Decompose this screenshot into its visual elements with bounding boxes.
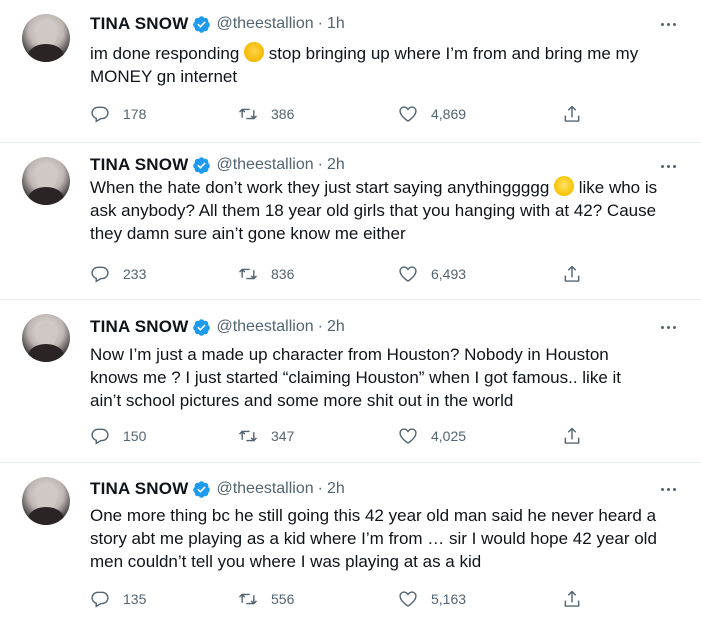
reply-count: 178 (123, 106, 147, 122)
timestamp[interactable]: 2h (327, 480, 345, 498)
reply-icon (91, 428, 109, 445)
tweet-actions: 233 836 6,493 (90, 262, 595, 286)
timestamp[interactable]: 2h (327, 318, 345, 336)
like-count: 4,025 (431, 428, 467, 444)
tweet[interactable]: TINA SNOW @theestallion · 2h When the ha… (0, 143, 701, 300)
yawn-emoji (244, 42, 265, 62)
tweet-text: One more thing bc he still going this 42… (90, 504, 680, 573)
like-heart-icon (399, 428, 417, 444)
more-options-icon[interactable] (657, 481, 679, 497)
tweet-text: im done responding stop bringing up wher… (90, 42, 680, 88)
tweet[interactable]: TINA SNOW @theestallion · 2h Now I’m jus… (0, 300, 701, 463)
retweet-icon (238, 430, 258, 442)
like-button[interactable]: 4,025 (398, 424, 466, 448)
like-heart-icon (399, 266, 417, 282)
tweet-text: Now I’m just a made up character from Ho… (90, 343, 680, 412)
more-options-icon[interactable] (657, 319, 679, 335)
handle[interactable]: @theestallion (216, 15, 313, 33)
tweet-header: TINA SNOW @theestallion · 2h (90, 477, 345, 501)
share-icon (564, 105, 580, 122)
handle[interactable]: @theestallion (216, 156, 313, 174)
share-button[interactable] (562, 587, 582, 611)
display-name[interactable]: TINA SNOW (90, 14, 188, 34)
verified-badge-icon (193, 156, 211, 174)
share-button[interactable] (562, 102, 582, 126)
avatar[interactable] (22, 314, 70, 362)
retweet-button[interactable]: 556 (238, 587, 294, 611)
display-name[interactable]: TINA SNOW (90, 317, 188, 337)
like-button[interactable]: 5,163 (398, 587, 466, 611)
tweet-header: TINA SNOW @theestallion · 2h (90, 153, 345, 177)
retweet-button[interactable]: 347 (238, 424, 294, 448)
share-button[interactable] (562, 424, 582, 448)
tweet-text-part: Now I’m just a made up character from Ho… (90, 345, 622, 410)
avatar[interactable] (22, 14, 70, 62)
tears-of-joy-emoji (554, 176, 574, 196)
tweet-actions: 150 347 4,025 (90, 424, 595, 448)
tweet-text-part: im done responding (90, 44, 245, 63)
retweet-count: 386 (271, 106, 295, 122)
retweet-count: 347 (271, 428, 295, 444)
reply-button[interactable]: 233 (90, 262, 146, 286)
tweet-actions: 178 386 4,869 (90, 102, 595, 126)
retweet-icon (238, 268, 258, 280)
avatar[interactable] (22, 477, 70, 525)
separator: · (317, 480, 323, 497)
share-icon (564, 427, 580, 444)
tweet-header: TINA SNOW @theestallion · 1h (90, 12, 345, 36)
share-icon (564, 265, 580, 282)
timestamp[interactable]: 1h (327, 15, 345, 33)
verified-badge-icon (193, 480, 211, 498)
like-count: 6,493 (431, 266, 467, 282)
tweet-text-part: When the hate don’t work they just start… (90, 178, 554, 197)
verified-badge-icon (193, 15, 211, 33)
retweet-count: 556 (271, 591, 295, 607)
more-options-icon[interactable] (657, 16, 679, 32)
tweet-header: TINA SNOW @theestallion · 2h (90, 315, 345, 339)
like-heart-icon (399, 591, 417, 607)
like-button[interactable]: 4,869 (398, 102, 466, 126)
tweet[interactable]: TINA SNOW @theestallion · 2h One more th… (0, 463, 701, 628)
tweet-text: When the hate don’t work they just start… (90, 176, 680, 245)
reply-icon (91, 266, 109, 283)
retweet-icon (238, 108, 258, 120)
separator: · (317, 15, 323, 32)
like-count: 5,163 (431, 591, 467, 607)
timestamp[interactable]: 2h (327, 156, 345, 174)
tweet-text-part: One more thing bc he still going this 42… (90, 506, 657, 571)
like-button[interactable]: 6,493 (398, 262, 466, 286)
handle[interactable]: @theestallion (216, 480, 313, 498)
reply-button[interactable]: 150 (90, 424, 146, 448)
display-name[interactable]: TINA SNOW (90, 155, 188, 175)
avatar[interactable] (22, 157, 70, 205)
separator: · (317, 318, 323, 335)
retweet-button[interactable]: 386 (238, 102, 294, 126)
reply-count: 233 (123, 266, 147, 282)
reply-count: 135 (123, 591, 147, 607)
display-name[interactable]: TINA SNOW (90, 479, 188, 499)
tweet[interactable]: TINA SNOW @theestallion · 1h im done res… (0, 0, 701, 143)
like-count: 4,869 (431, 106, 467, 122)
share-button[interactable] (562, 262, 582, 286)
reply-icon (91, 106, 109, 123)
retweet-icon (238, 593, 258, 605)
share-icon (564, 590, 580, 607)
reply-icon (91, 591, 109, 608)
reply-button[interactable]: 178 (90, 102, 146, 126)
like-heart-icon (399, 106, 417, 122)
separator: · (317, 156, 323, 173)
reply-button[interactable]: 135 (90, 587, 146, 611)
handle[interactable]: @theestallion (216, 318, 313, 336)
more-options-icon[interactable] (657, 158, 679, 174)
retweet-button[interactable]: 836 (238, 262, 294, 286)
tweet-feed: TINA SNOW @theestallion · 1h im done res… (0, 0, 701, 628)
verified-badge-icon (193, 318, 211, 336)
reply-count: 150 (123, 428, 147, 444)
retweet-count: 836 (271, 266, 295, 282)
tweet-actions: 135 556 5,163 (90, 587, 595, 611)
